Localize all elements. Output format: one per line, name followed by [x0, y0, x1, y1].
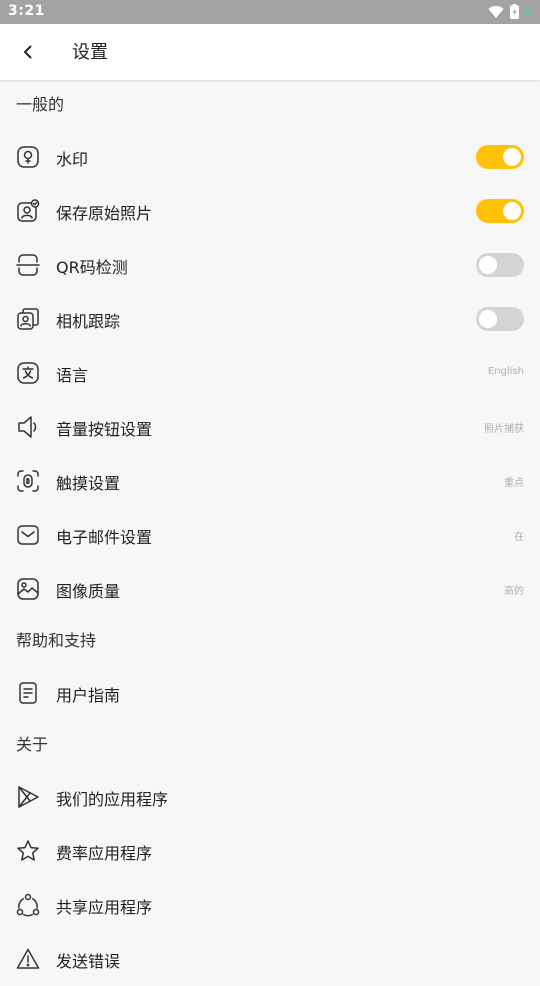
status-bar: 3:21	[0, 0, 540, 24]
section-header-help: 帮助和支持	[16, 631, 97, 650]
app-bar: 设置	[0, 24, 540, 80]
status-icons	[488, 4, 530, 19]
toggle-knob	[479, 256, 497, 274]
toggle-knob	[503, 202, 521, 220]
setting-label: 共享应用程序	[56, 898, 153, 917]
setting-label: 图像质量	[56, 582, 121, 601]
email-icon	[16, 523, 40, 547]
camera-tracking-toggle[interactable]	[476, 307, 524, 331]
warning-icon	[16, 947, 40, 971]
setting-row-watermark[interactable]: 水印	[0, 130, 540, 184]
language-icon	[16, 361, 40, 385]
back-arrow-icon	[24, 45, 32, 59]
image-icon	[16, 577, 40, 601]
camera-track-icon	[16, 307, 40, 331]
back-button[interactable]	[12, 36, 44, 68]
setting-row-language[interactable]: 语言 English	[0, 346, 540, 400]
setting-row-save-original[interactable]: 保存原始照片	[0, 184, 540, 238]
setting-row-share-app[interactable]: 共享应用程序	[0, 878, 540, 932]
save-original-toggle[interactable]	[476, 199, 524, 223]
star-icon	[16, 839, 40, 863]
setting-label: 费率应用程序	[56, 844, 153, 863]
qr-scan-icon	[16, 253, 40, 277]
notification-dot-icon	[525, 9, 530, 14]
setting-label: 水印	[56, 150, 89, 169]
status-time: 3:21	[8, 3, 45, 19]
setting-label: 音量按钮设置	[56, 420, 153, 439]
qr-detect-toggle[interactable]	[476, 253, 524, 277]
watermark-toggle[interactable]	[476, 145, 524, 169]
setting-row-email[interactable]: 电子邮件设置 在	[0, 508, 540, 562]
toggle-knob	[503, 148, 521, 166]
setting-row-camera-tracking[interactable]: 相机跟踪	[0, 292, 540, 346]
share-icon	[16, 893, 40, 917]
guide-icon	[16, 681, 40, 705]
watermark-icon	[16, 145, 40, 169]
toggle-knob	[479, 310, 497, 328]
page-title: 设置	[72, 42, 108, 63]
battery-icon	[510, 4, 519, 19]
setting-label: 我们的应用程序	[56, 790, 169, 809]
setting-label: 语言	[56, 366, 89, 385]
touch-icon	[16, 469, 40, 493]
setting-row-send-bug[interactable]: 发送错误	[0, 932, 540, 986]
setting-value: 高的	[504, 586, 524, 597]
setting-row-our-apps[interactable]: 我们的应用程序	[0, 770, 540, 824]
setting-label: 电子邮件设置	[56, 528, 153, 547]
setting-label: 触摸设置	[56, 474, 121, 493]
setting-value: English	[487, 366, 524, 377]
setting-row-volume-button[interactable]: 音量按钮设置 照片捕获	[0, 400, 540, 454]
section-header-about: 关于	[16, 735, 49, 754]
setting-label: QR码检测	[56, 258, 128, 277]
setting-row-image-quality[interactable]: 图像质量 高的	[0, 562, 540, 616]
wifi-icon	[488, 5, 504, 18]
setting-value: 在	[514, 532, 524, 543]
settings-list: 一般的 水印 保存原始照片 QR码检测 相机跟踪 语言 English 音量按钮…	[0, 80, 540, 986]
section-header-general: 一般的	[16, 95, 65, 114]
setting-label: 用户指南	[56, 686, 121, 705]
setting-value: 重点	[504, 478, 524, 489]
setting-row-qr-detect[interactable]: QR码检测	[0, 238, 540, 292]
setting-label: 发送错误	[56, 952, 121, 971]
setting-label: 保存原始照片	[56, 204, 153, 223]
setting-row-touch[interactable]: 触摸设置 重点	[0, 454, 540, 508]
setting-row-user-guide[interactable]: 用户指南	[0, 666, 540, 720]
setting-row-rate-app[interactable]: 费率应用程序	[0, 824, 540, 878]
play-store-icon	[16, 785, 40, 809]
setting-value: 照片捕获	[484, 424, 524, 435]
volume-icon	[16, 415, 40, 439]
photo-icon	[16, 199, 40, 223]
setting-label: 相机跟踪	[56, 312, 121, 331]
